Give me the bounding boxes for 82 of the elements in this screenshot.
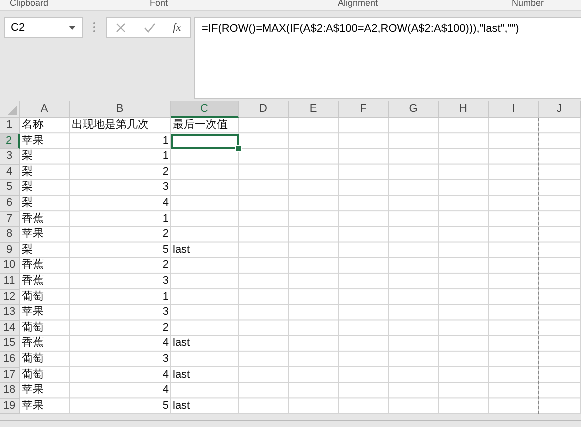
row-header[interactable]: 19 <box>0 398 20 414</box>
table-cell-text: 葡萄 <box>21 320 45 336</box>
table-cell-text: 1 <box>162 134 170 149</box>
table-cell-text: 香蕉 <box>21 258 45 274</box>
column-header[interactable]: G <box>389 101 439 118</box>
column-header[interactable]: F <box>339 101 389 118</box>
dropdown-icon <box>69 26 76 30</box>
table-cell-text: 苹果 <box>21 398 45 414</box>
check-icon[interactable] <box>144 22 156 32</box>
column-header[interactable]: J <box>539 101 581 118</box>
corner-triangle-icon <box>8 106 17 115</box>
table-cell-text: 1 <box>162 149 170 164</box>
row-header[interactable]: 7 <box>0 212 20 228</box>
grip-icon <box>93 22 96 33</box>
table-cell-text: 梨 <box>21 164 34 180</box>
table-cell-text: 葡萄 <box>21 290 45 305</box>
cancel-icon[interactable] <box>116 22 126 32</box>
insert-function-button[interactable]: fx <box>173 22 182 34</box>
table-cell-text: 梨 <box>21 242 34 258</box>
formula-field[interactable]: =IF(ROW()=MAX(IF(A$2:A$100=A2,ROW(A$2:A$100))),"last","") <box>194 17 581 99</box>
table-cell-text: last <box>172 242 192 258</box>
column-header[interactable]: D <box>239 101 289 118</box>
table-cell-text: 3 <box>162 352 170 367</box>
table-cell-text: 香蕉 <box>21 212 45 227</box>
column-header[interactable]: E <box>289 101 339 118</box>
table-cell-text: 苹果 <box>21 227 45 242</box>
table-cell-text: 2 <box>162 164 170 180</box>
row-header[interactable]: 11 <box>0 274 20 290</box>
row-header[interactable]: 4 <box>0 164 20 180</box>
table-cell-text: 4 <box>162 383 170 398</box>
active-cell <box>171 134 239 150</box>
table-cell-text: last <box>172 336 192 352</box>
table-cell-text: 葡萄 <box>21 352 45 367</box>
row-header[interactable]: 2 <box>0 134 20 150</box>
row-header[interactable]: 16 <box>0 352 20 368</box>
table-cell-text: 苹果 <box>21 305 45 320</box>
table-cell-text: 3 <box>162 305 170 320</box>
table-cell-text: 苹果 <box>21 134 45 149</box>
select-all-corner[interactable] <box>0 101 20 118</box>
table-cell-text: 2 <box>162 227 170 242</box>
row-header[interactable]: 3 <box>0 149 20 165</box>
column-header[interactable]: C <box>171 101 239 118</box>
row-header[interactable]: 18 <box>0 383 20 399</box>
table-cell-text: last <box>172 398 192 414</box>
table-cell-text: 苹果 <box>21 383 45 398</box>
table-cell-text: 葡萄 <box>21 368 45 382</box>
row-header[interactable]: 8 <box>0 227 20 243</box>
ribbon-group-label: Font <box>150 0 168 8</box>
row-header[interactable]: 1 <box>0 118 20 134</box>
column-header[interactable]: H <box>439 101 489 118</box>
row-header[interactable]: 12 <box>0 290 20 306</box>
row-header[interactable]: 13 <box>0 305 20 321</box>
row-header[interactable]: 17 <box>0 368 20 384</box>
table-cell-text: 1 <box>162 212 170 227</box>
column-header[interactable]: I <box>489 101 539 118</box>
row-header[interactable]: 14 <box>0 320 20 336</box>
table-cell-text: 3 <box>162 274 170 289</box>
table-cell-text: 梨 <box>21 196 34 211</box>
table-cell-text: 5 <box>162 398 170 414</box>
table-cell-text: 香蕉 <box>21 336 45 352</box>
table-cell-text: 梨 <box>21 149 34 164</box>
table-cell-text: 4 <box>162 368 170 382</box>
row-header[interactable]: 15 <box>0 336 20 352</box>
table-cell-text: 2 <box>162 258 170 274</box>
table-cell-text: 2 <box>162 320 170 336</box>
row-header[interactable]: 10 <box>0 258 20 274</box>
table-cell-text: 出现地是第几次 <box>71 118 150 133</box>
column-header[interactable]: B <box>70 101 171 118</box>
table-cell-text: 名称 <box>21 118 45 133</box>
table-cell-text: 香蕉 <box>21 274 45 289</box>
table-cell-text: 4 <box>162 336 170 352</box>
row-header[interactable]: 9 <box>0 242 20 258</box>
table-cell-text: 4 <box>162 196 170 211</box>
table-cell-text: last <box>172 368 192 382</box>
column-header[interactable]: A <box>20 101 70 118</box>
row-header[interactable]: 6 <box>0 196 20 212</box>
name-box[interactable]: C2 <box>4 17 83 38</box>
table-cell-text: 梨 <box>21 180 34 196</box>
table-cell-text: 5 <box>162 242 170 258</box>
table-cell-text: 3 <box>162 180 170 196</box>
table-cell-text: 1 <box>162 290 170 305</box>
row-header[interactable]: 5 <box>0 180 20 196</box>
